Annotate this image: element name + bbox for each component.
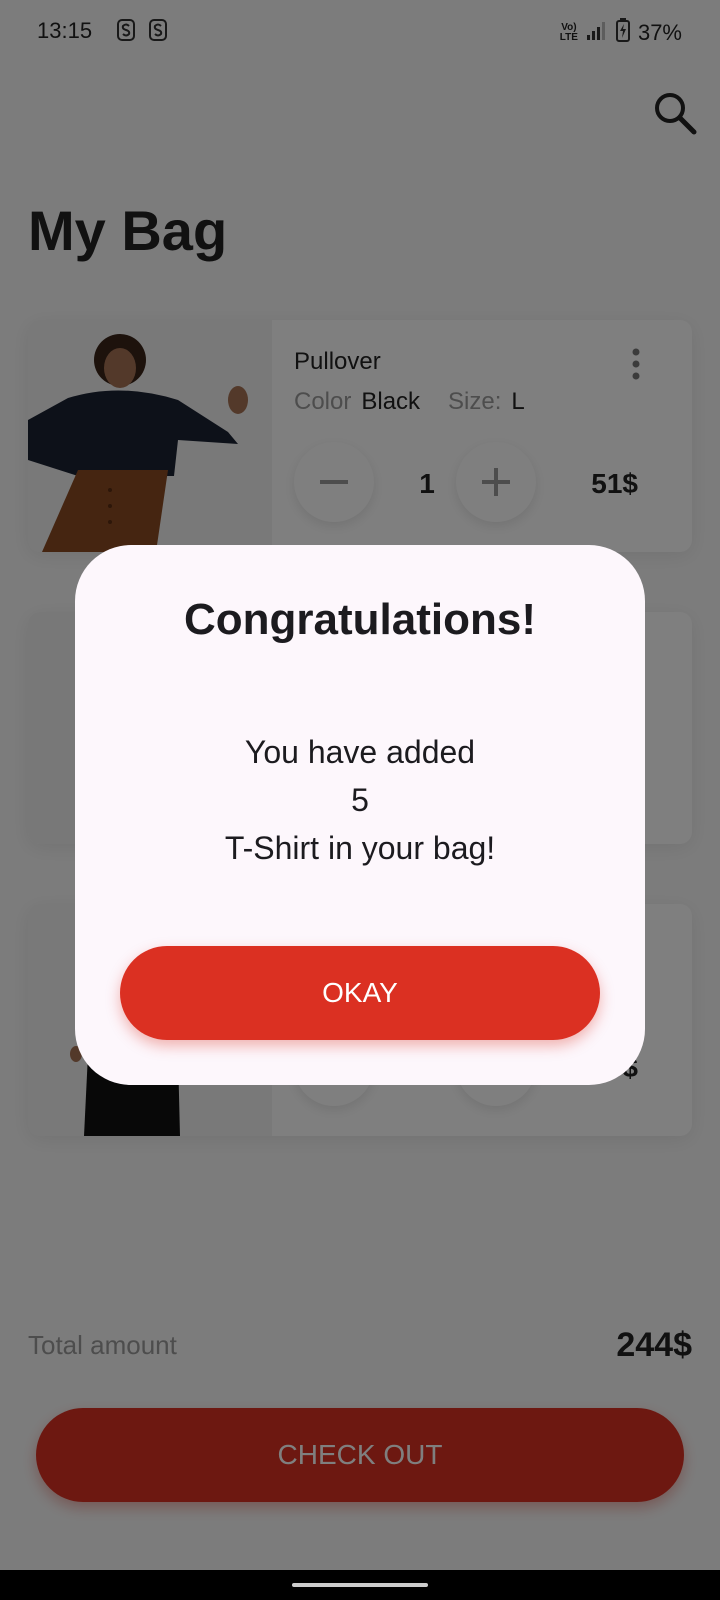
dialog-message-line: You have added bbox=[244, 734, 476, 770]
home-gesture-handle[interactable] bbox=[292, 1583, 428, 1587]
system-navigation-bar bbox=[0, 1570, 720, 1600]
congratulations-dialog: Congratulations! You have added 5 T-Shir… bbox=[75, 545, 645, 1085]
added-quantity: 5 bbox=[351, 782, 369, 818]
okay-button[interactable]: OKAY bbox=[120, 946, 600, 1040]
dialog-message: You have added 5 T-Shirt in your bag! bbox=[75, 728, 645, 872]
dialog-message-line: T-Shirt in your bag! bbox=[224, 830, 496, 866]
dialog-title: Congratulations! bbox=[184, 595, 536, 644]
